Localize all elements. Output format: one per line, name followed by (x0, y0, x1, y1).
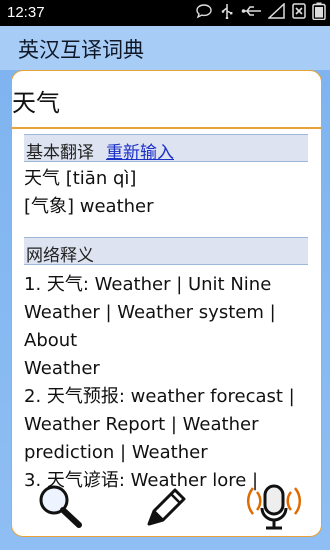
edit-button[interactable] (137, 478, 197, 538)
result-card: 天气 基本翻译 重新输入 天气 [tiān qì] [气象] weather 网… (11, 70, 322, 537)
reinput-link[interactable]: 重新输入 (106, 138, 174, 163)
signal-icon (267, 2, 286, 23)
search-button[interactable] (30, 478, 90, 538)
web-line: 1. 天气: Weather | Unit Nine (24, 274, 272, 295)
web-definitions-header: 网络释义 (24, 237, 308, 266)
pencil-icon (147, 488, 186, 526)
web-definitions-body: 1. 天气: Weather | Unit Nine Weather | Wea… (24, 271, 310, 495)
query-input[interactable]: 天气 (12, 83, 318, 118)
usb-icon (218, 3, 236, 23)
web-line: Weather (24, 358, 100, 379)
web-line: 2. 天气预报: weather forecast | (24, 386, 295, 407)
query-divider (12, 127, 321, 129)
basic-translation-body: 天气 [tiān qì] [气象] weather (24, 165, 310, 221)
battery-icon (312, 2, 326, 24)
app-title-bar: 英汉互译词典 (0, 26, 330, 70)
basic-line: [气象] weather (24, 196, 154, 217)
status-time: 12:37 (7, 4, 45, 21)
no-sim-icon (291, 3, 307, 23)
bottom-toolbar (0, 478, 330, 550)
web-definitions-title: 网络释义 (26, 246, 94, 266)
usb-connection-icon (241, 3, 263, 23)
microphone-icon (246, 484, 302, 530)
search-icon (39, 485, 82, 528)
basic-translation-header: 基本翻译 重新输入 (24, 134, 308, 163)
voice-button[interactable] (244, 478, 304, 538)
app-title: 英汉互译词典 (18, 38, 144, 62)
status-icons (195, 2, 326, 24)
chat-icon (195, 3, 213, 23)
web-line: Weather | Weather system | About (24, 302, 276, 351)
web-line: Weather Report | Weather (24, 414, 259, 435)
web-line: prediction | Weather (24, 442, 208, 463)
basic-translation-title: 基本翻译 (26, 143, 94, 163)
status-bar: 12:37 (0, 0, 330, 26)
basic-line: 天气 [tiān qì] (24, 168, 137, 189)
